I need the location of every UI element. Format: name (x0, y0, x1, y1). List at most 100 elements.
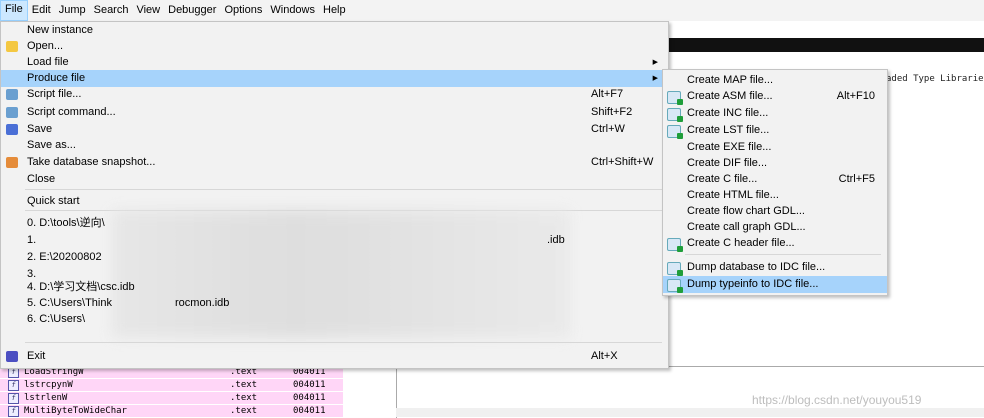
recent-file-tail: .idb (547, 234, 565, 246)
file-export-icon (667, 91, 683, 105)
function-name: lstrlenW (24, 393, 68, 403)
shortcut-text: Shift+F2 (591, 106, 633, 118)
menu-edit[interactable]: Edit (28, 1, 55, 20)
recent-file-item[interactable]: 5. C:\Users\Think rocmon.idb (1, 295, 668, 312)
menu-item-create-html[interactable]: Create HTML file... (663, 187, 887, 204)
function-name: MultiByteToWideChar (24, 406, 127, 416)
recent-file-item[interactable]: 1. .idb (1, 232, 668, 249)
menu-item-script-command[interactable]: Script command... Shift+F2 (1, 104, 668, 121)
menu-debugger[interactable]: Debugger (164, 1, 220, 20)
menu-item-create-inc[interactable]: Create INC file... (663, 105, 887, 122)
function-row[interactable]: f MultiByteToWideChar .text 004011 (0, 405, 343, 417)
menu-item-label: Create C file... (687, 173, 758, 185)
function-address: 004011 (293, 393, 326, 403)
function-icon: f (8, 393, 19, 404)
menu-item-label: Dump database to IDC file... (687, 261, 826, 273)
menu-item-label: Load file (27, 56, 69, 68)
menu-item-create-c[interactable]: Create C file... Ctrl+F5 (663, 171, 887, 188)
menu-item-label: Open... (27, 40, 64, 52)
menu-item-create-asm[interactable]: Create ASM file... Alt+F10 (663, 88, 887, 105)
file-menu: New instance Open... Load file ▶ Produce… (0, 21, 669, 369)
menu-item-label: Create C header file... (687, 237, 795, 249)
shortcut-text: Ctrl+Shift+W (591, 156, 654, 168)
menu-item-label: Quick start (27, 195, 80, 207)
menu-item-dump-typeinfo-idc[interactable]: Dump typeinfo to IDC file... (663, 276, 887, 293)
menu-item-exit[interactable]: Exit Alt+X (1, 348, 668, 365)
save-disk-icon (6, 124, 18, 135)
menu-item-label: Close (27, 173, 56, 185)
menu-item-quick-start[interactable]: Quick start (1, 193, 668, 210)
menu-item-label: Create HTML file... (687, 189, 779, 201)
script-file-icon (6, 89, 18, 100)
shortcut-text: Alt+X (591, 350, 618, 362)
menu-item-label: Take database snapshot... (27, 156, 156, 168)
function-segment: .text (230, 380, 258, 390)
function-row[interactable]: f lstrlenW .text 004011 (0, 392, 343, 404)
file-export-icon (667, 279, 683, 293)
function-name: lstrcpynW (24, 380, 73, 390)
menu-item-create-map[interactable]: Create MAP file... (663, 72, 887, 89)
menu-item-create-lst[interactable]: Create LST file... (663, 122, 887, 139)
menu-separator (25, 189, 662, 190)
file-export-icon (667, 125, 683, 139)
menu-item-create-flow-chart[interactable]: Create flow chart GDL... (663, 203, 887, 220)
menu-item-create-call-graph[interactable]: Create call graph GDL... (663, 219, 887, 236)
function-segment: .text (230, 406, 258, 416)
loaded-type-libraries-tab[interactable]: aded Type Librarie (886, 74, 984, 84)
recent-file-item[interactable]: 0. D:\tools\逆向\ (1, 215, 668, 232)
menu-item-produce-file[interactable]: Produce file ▶ (1, 70, 668, 87)
recent-file-item[interactable]: 6. C:\Users\ (1, 311, 668, 328)
recent-file-label: 1. (27, 234, 37, 246)
menu-windows[interactable]: Windows (266, 1, 319, 20)
menu-item-label: Create call graph GDL... (687, 221, 806, 233)
menu-view[interactable]: View (132, 1, 164, 20)
menu-item-script-file[interactable]: Script file... Alt+F7 (1, 86, 668, 103)
exit-door-icon (6, 351, 18, 362)
recent-file-item[interactable]: 4. D:\学习文档\csc.idb (1, 279, 668, 296)
menu-file[interactable]: File (0, 0, 28, 21)
menu-item-close[interactable]: Close (1, 171, 668, 188)
menu-search[interactable]: Search (90, 1, 133, 20)
submenu-arrow-icon: ▶ (652, 75, 658, 82)
function-address: 004011 (293, 380, 326, 390)
menu-item-label: Exit (27, 350, 46, 362)
open-folder-icon (6, 41, 18, 52)
menu-item-label: Create INC file... (687, 107, 769, 119)
recent-file-item[interactable]: 2. E:\20200802 (1, 249, 668, 266)
function-icon: f (8, 406, 19, 417)
snapshot-camera-icon (6, 157, 18, 168)
menu-item-label: Dump typeinfo to IDC file... (687, 278, 819, 290)
menu-options[interactable]: Options (220, 1, 266, 20)
shortcut-text: Ctrl+W (591, 123, 625, 135)
menu-item-take-snapshot[interactable]: Take database snapshot... Ctrl+Shift+W (1, 154, 668, 171)
menu-item-label: Create LST file... (687, 124, 770, 136)
script-command-icon (6, 107, 18, 118)
produce-file-submenu: Create MAP file... Create ASM file... Al… (662, 69, 888, 296)
menu-item-label: New instance (27, 24, 94, 36)
menu-item-label: Save as... (27, 139, 76, 151)
menu-help[interactable]: Help (319, 1, 350, 20)
menu-item-create-dif[interactable]: Create DIF file... (663, 155, 887, 172)
menu-item-open[interactable]: Open... (1, 38, 668, 55)
menu-jump[interactable]: Jump (55, 1, 90, 20)
menu-item-label: Create EXE file... (687, 141, 772, 153)
menu-item-label: Create DIF file... (687, 157, 768, 169)
file-export-icon (667, 108, 683, 122)
menu-item-dump-database-idc[interactable]: Dump database to IDC file... (663, 259, 887, 276)
menu-separator (685, 254, 881, 255)
function-segment: .text (230, 393, 258, 403)
shortcut-text: Ctrl+F5 (838, 173, 875, 185)
menu-item-save[interactable]: Save Ctrl+W (1, 121, 668, 138)
menu-item-label: Save (27, 123, 53, 135)
menu-item-label: Script file... (27, 88, 82, 100)
menu-item-create-c-header[interactable]: Create C header file... (663, 235, 887, 252)
recent-file-tail: rocmon.idb (175, 297, 230, 309)
menu-item-create-exe[interactable]: Create EXE file... (663, 139, 887, 156)
menu-item-save-as[interactable]: Save as... (1, 137, 668, 154)
function-row[interactable]: f lstrcpynW .text 004011 (0, 379, 343, 391)
menu-item-load-file[interactable]: Load file ▶ (1, 54, 668, 71)
navigation-band (667, 38, 984, 52)
menu-item-label: Produce file (27, 72, 86, 84)
recent-file-label: 0. D:\tools\逆向\ (27, 217, 105, 229)
menu-item-new-instance[interactable]: New instance (1, 22, 668, 39)
